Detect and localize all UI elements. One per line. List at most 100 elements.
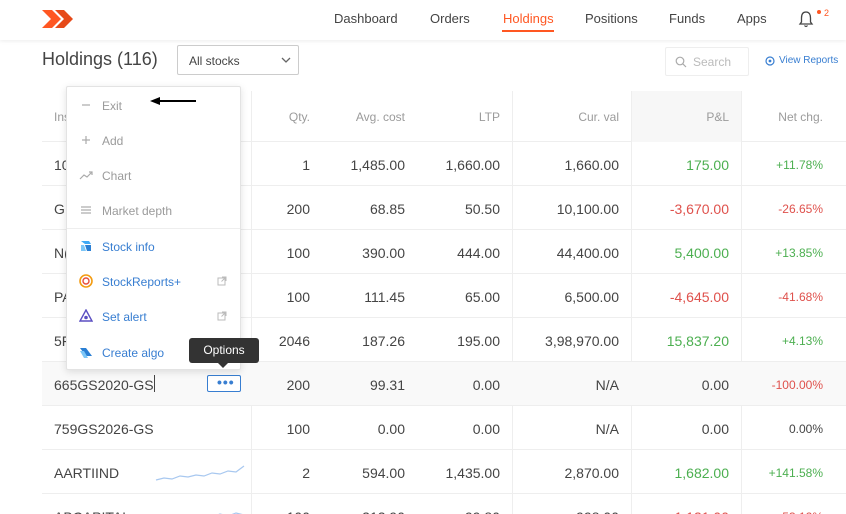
th-ltp[interactable]: LTP <box>479 110 500 124</box>
menu-item-chart[interactable]: Chart <box>67 158 240 193</box>
cell-pnl: 175.00 <box>686 157 729 173</box>
notification-dot <box>817 10 821 14</box>
external-link-icon <box>217 276 227 286</box>
cell-instrument[interactable]: 665GS2020-GS <box>54 377 154 393</box>
cell-cur-val: 1,660.00 <box>564 157 620 173</box>
cell-cur-val: 3,98,970.00 <box>545 333 619 349</box>
depth-icon <box>81 206 91 214</box>
cell-net-chg: -53.12% <box>778 510 823 514</box>
minus-icon <box>82 104 90 106</box>
trend-icon <box>79 171 93 180</box>
cell-cur-val: N/A <box>595 421 619 437</box>
th-net-chg[interactable]: Net chg. <box>778 110 823 124</box>
cell-cur-val: 2,870.00 <box>564 465 620 481</box>
stocks-filter-select[interactable]: All stocks <box>177 45 299 75</box>
cell-ltp: 444.00 <box>457 245 500 261</box>
cell-avg-cost: 594.00 <box>362 465 405 481</box>
cell-instrument[interactable]: AARTIIND <box>54 465 119 481</box>
notification-count: 2 <box>824 8 830 18</box>
th-avg-cost[interactable]: Avg. cost <box>356 110 405 124</box>
stock-info-icon <box>81 241 91 251</box>
cell-net-chg: -41.68% <box>778 290 823 304</box>
view-reports-link[interactable]: View Reports <box>779 55 838 66</box>
cell-ltp: 99.80 <box>465 509 500 514</box>
search-box[interactable] <box>665 47 749 76</box>
cell-qty: 100 <box>286 421 310 437</box>
menu-item-stock-info[interactable]: Stock info <box>67 229 240 264</box>
nav-apps[interactable]: Apps <box>737 11 767 26</box>
cell-qty: 200 <box>286 377 310 393</box>
top-navigation: Dashboard Orders Holdings Positions Fund… <box>0 0 846 40</box>
menu-item-market-depth[interactable]: Market depth <box>67 193 240 228</box>
menu-item-label: Exit <box>102 99 123 113</box>
th-pnl[interactable]: P&L <box>706 110 729 124</box>
kite-logo-icon[interactable] <box>42 10 74 28</box>
cell-cur-val: 10,100.00 <box>556 201 619 217</box>
cell-net-chg: -26.65% <box>778 202 823 216</box>
th-cur-val[interactable]: Cur. val <box>578 110 619 124</box>
cell-cur-val: 44,400.00 <box>556 245 619 261</box>
table-row[interactable]: ABCAPITAL 100 212.90 99.80 998.00 -1,131.00 -5… <box>42 494 846 514</box>
cell-qty: 100 <box>286 245 310 261</box>
page-title: Holdings (116) <box>42 49 158 69</box>
options-button[interactable]: ••• <box>207 374 241 392</box>
menu-item-label: Stock info <box>102 240 155 254</box>
menu-item-label: Set alert <box>102 310 147 324</box>
stockreports-icon <box>79 274 93 288</box>
cell-pnl: 1,682.00 <box>674 465 730 481</box>
cell-cur-val: N/A <box>595 377 619 393</box>
nav-active-underline <box>502 30 554 32</box>
cell-pnl: -4,645.00 <box>669 289 729 305</box>
cell-ltp: 50.50 <box>464 201 500 217</box>
cell-net-chg: -100.00% <box>771 378 823 392</box>
cell-pnl: -1,131.00 <box>670 509 729 514</box>
cell-ltp: 1,435.00 <box>445 465 501 481</box>
search-icon <box>675 56 687 68</box>
more-dots-icon: ••• <box>217 374 235 390</box>
cell-net-chg: +11.78% <box>776 158 823 172</box>
menu-item-add[interactable]: Add <box>67 123 240 158</box>
table-row[interactable]: AARTIIND 2 594.00 1,435.00 2,870.00 1,682.00 +… <box>42 450 846 494</box>
cell-instrument[interactable]: ABCAPITAL <box>54 509 130 514</box>
chevron-down-icon <box>281 57 291 63</box>
nav-holdings[interactable]: Holdings <box>503 11 554 26</box>
annotation-arrow-icon <box>150 97 196 105</box>
filter-value: All stocks <box>189 54 240 68</box>
menu-item-label: Add <box>102 134 124 148</box>
nav-orders[interactable]: Orders <box>430 11 470 26</box>
nav-dashboard[interactable]: Dashboard <box>334 11 398 26</box>
cell-ltp: 65.00 <box>464 289 500 305</box>
cell-ltp: 0.00 <box>472 377 500 393</box>
table-row[interactable]: 759GS2026-GS 100 0.00 0.00 N/A 0.00 0.00% <box>42 406 846 450</box>
cell-net-chg: 0.00% <box>788 422 823 436</box>
cell-qty: 200 <box>286 201 310 217</box>
cell-cur-val: 6,500.00 <box>564 289 620 305</box>
search-input[interactable] <box>693 54 745 70</box>
bell-icon[interactable] <box>798 10 814 28</box>
cell-avg-cost: 0.00 <box>377 421 405 437</box>
cell-instrument[interactable]: 759GS2026-GS <box>54 421 154 437</box>
menu-item-label: Create algo <box>102 346 165 360</box>
cell-pnl: 0.00 <box>701 421 729 437</box>
alert-icon <box>79 309 93 322</box>
external-link-icon <box>217 311 227 321</box>
reports-icon[interactable] <box>765 56 775 66</box>
cell-avg-cost: 99.31 <box>369 377 405 393</box>
cell-avg-cost: 68.85 <box>369 201 405 217</box>
cell-avg-cost: 1,485.00 <box>350 157 406 173</box>
menu-item-set-alert[interactable]: Set alert <box>67 299 240 334</box>
th-qty[interactable]: Qty. <box>289 110 310 124</box>
cell-avg-cost: 390.00 <box>362 245 405 261</box>
cell-net-chg: +13.85% <box>775 246 823 260</box>
cell-avg-cost: 111.45 <box>364 289 405 305</box>
cell-pnl: -3,670.00 <box>669 201 729 217</box>
sparkline-icon <box>218 512 243 514</box>
nav-funds[interactable]: Funds <box>669 11 705 26</box>
menu-item-stockreports[interactable]: StockReports+ <box>67 264 240 299</box>
cell-pnl: 15,837.20 <box>666 333 729 349</box>
tooltip-arrow <box>218 363 228 368</box>
nav-positions[interactable]: Positions <box>585 11 638 26</box>
cell-qty: 100 <box>287 509 310 514</box>
menu-item-label: StockReports+ <box>102 275 182 289</box>
sparkline-icon <box>155 465 245 481</box>
